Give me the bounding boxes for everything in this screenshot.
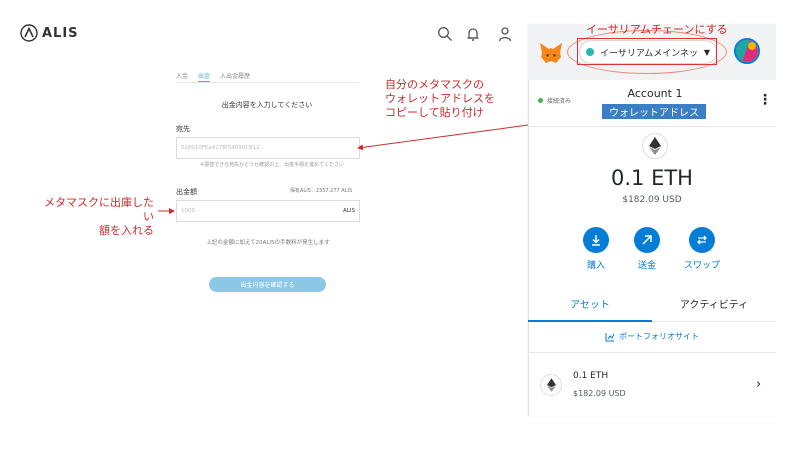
account-divider	[528, 126, 776, 127]
balance-eth: 0.1 ETH	[611, 166, 693, 190]
eth-logo-icon	[642, 133, 668, 159]
asset-name[interactable]: 0.1 ETH	[573, 371, 608, 381]
asset-usd: $182.09 USD	[573, 389, 626, 398]
buy-label: 購入	[586, 261, 605, 271]
asset-eth-icon	[540, 374, 562, 396]
kebab-menu-icon[interactable]: ⋮	[758, 92, 772, 108]
buy-button[interactable]: 購入	[576, 227, 616, 271]
balance-usd: $182.09 USD	[622, 195, 682, 205]
chart-icon	[605, 332, 615, 341]
network-highlight-box	[577, 38, 717, 65]
connection-label: 接続済み	[547, 98, 572, 105]
account-name: Account 1	[627, 87, 683, 100]
active-tab-indicator	[528, 320, 652, 322]
chevron-right-icon[interactable]: ›	[756, 377, 761, 392]
account-avatar[interactable]	[734, 38, 760, 64]
tab-assets[interactable]: アセット	[528, 296, 652, 311]
metamask-panel	[528, 24, 777, 416]
send-label: 送金	[637, 261, 656, 271]
send-button[interactable]: 送金	[627, 227, 667, 271]
swap-label: スワップ	[683, 261, 720, 271]
swap-button[interactable]: スワップ	[682, 227, 722, 271]
download-icon	[583, 227, 609, 253]
annotation-network: イーサリアムチェーンにする	[586, 23, 728, 36]
tab-activity[interactable]: アクティビティ	[652, 296, 776, 311]
arrow-up-right-icon	[634, 227, 660, 253]
metamask-fox-icon	[539, 42, 563, 68]
wallet-address-button[interactable]: ウォレットアドレス	[602, 104, 706, 119]
connected-dot-icon	[538, 98, 543, 103]
connection-status[interactable]: 接続済み	[538, 96, 571, 105]
swap-icon	[689, 227, 715, 253]
portfolio-divider	[528, 352, 776, 353]
portfolio-label: ポートフォリオサイト	[619, 332, 699, 341]
portfolio-link[interactable]: ポートフォリオサイト	[528, 331, 776, 342]
